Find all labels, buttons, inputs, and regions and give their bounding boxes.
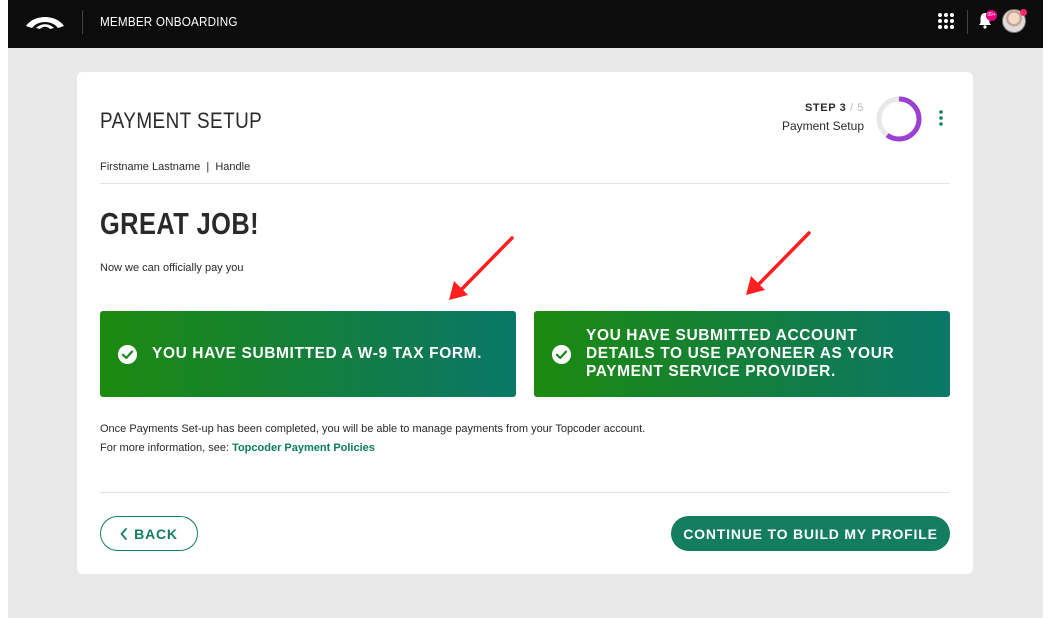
check-circle-icon xyxy=(118,345,137,364)
payment-policies-link[interactable]: Topcoder Payment Policies xyxy=(232,442,375,454)
step-separator: / xyxy=(846,102,858,114)
step-progress-ring xyxy=(876,96,922,142)
divider xyxy=(100,183,950,184)
app-title: MEMBER ONBOARDING xyxy=(100,14,238,29)
continue-button-label: CONTINUE TO BUILD MY PROFILE xyxy=(683,525,938,542)
step-total: 5 xyxy=(857,102,864,114)
topcoder-logo-icon[interactable] xyxy=(24,12,66,34)
payment-setup-card: PAYMENT SETUP STEP 3 / 5 Payment Setup F… xyxy=(77,72,973,574)
divider xyxy=(100,492,950,493)
avatar-status-dot xyxy=(1020,9,1027,16)
success-headline: GREAT JOB! xyxy=(100,206,259,241)
step-current: STEP 3 xyxy=(805,102,847,114)
top-navigation-bar: MEMBER ONBOARDING 99+ xyxy=(8,0,1043,48)
apps-grid-icon[interactable] xyxy=(937,12,955,30)
tile-message: You have submitted account details to us… xyxy=(586,327,895,380)
annotation-arrow-icon xyxy=(746,231,811,295)
more-options-icon[interactable] xyxy=(939,110,943,126)
step-indicator: STEP 3 / 5 xyxy=(805,102,864,114)
check-circle-icon xyxy=(552,345,571,364)
payoneer-submitted-tile: You have submitted account details to us… xyxy=(534,311,950,397)
header-divider xyxy=(82,10,83,34)
back-button-label: BACK xyxy=(134,525,178,542)
page-title: PAYMENT SETUP xyxy=(100,108,263,133)
annotation-arrow-icon xyxy=(449,236,514,300)
info-text-link-line: For more information, see: Topcoder Paym… xyxy=(100,442,375,454)
header-divider xyxy=(967,10,968,34)
success-subtext: Now we can officially pay you xyxy=(100,262,244,274)
chevron-left-icon xyxy=(120,527,128,540)
info-text: Once Payments Set-up has been completed,… xyxy=(100,423,646,435)
continue-button[interactable]: CONTINUE TO BUILD MY PROFILE xyxy=(671,516,950,551)
info-prefix: For more information, see: xyxy=(100,442,229,454)
notification-badge: 99+ xyxy=(986,10,997,21)
tile-message: You have submitted a W-9 tax form. xyxy=(152,345,483,362)
w9-submitted-tile: You have submitted a W-9 tax form. xyxy=(100,311,516,397)
user-name-handle: Firstname Lastname | Handle xyxy=(100,161,251,173)
step-name: Payment Setup xyxy=(781,119,864,133)
back-button[interactable]: BACK xyxy=(100,516,198,551)
